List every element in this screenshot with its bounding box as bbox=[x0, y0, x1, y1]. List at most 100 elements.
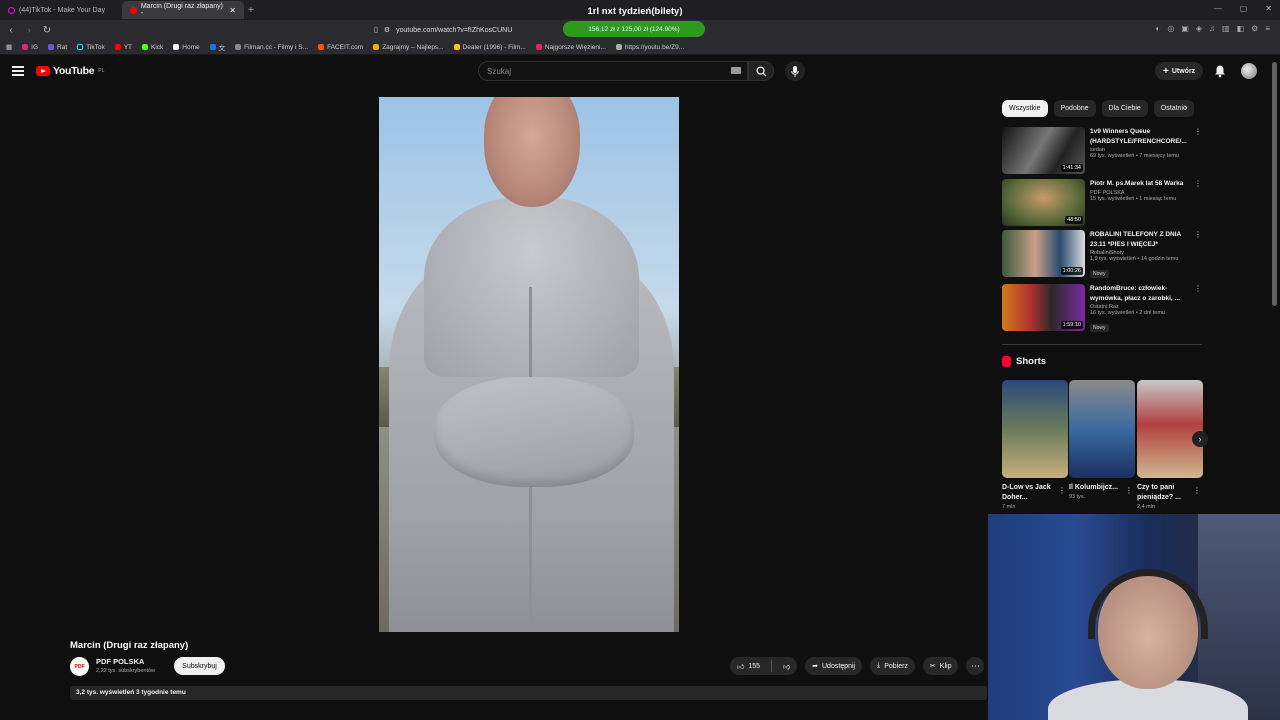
like-dislike-group: 👍︎ 155 👎︎ bbox=[730, 657, 798, 675]
like-button[interactable]: 👍︎ 155 bbox=[730, 657, 767, 675]
video-thumbnail[interactable]: 1:41:34 bbox=[1002, 127, 1085, 174]
bookmark-item[interactable]: Zagrajmy – Najleps... bbox=[373, 44, 444, 51]
youtube-logo[interactable]: YouTube PL bbox=[36, 65, 104, 77]
more-options-icon[interactable]: ⋮ bbox=[1125, 486, 1133, 495]
tab-tiktok[interactable]: (44)TikTok - Make Your Day bbox=[0, 1, 122, 19]
music-icon[interactable]: ♫ bbox=[1209, 24, 1215, 33]
short-thumbnail[interactable] bbox=[1069, 380, 1135, 478]
chevron-right-icon[interactable]: › bbox=[1184, 102, 1188, 114]
recommendation-item[interactable]: 1:00:26 ROBALINI TELEFONY Z DNIA 23.11 *… bbox=[1002, 230, 1202, 280]
search-button[interactable] bbox=[748, 61, 774, 81]
new-tab-icon[interactable]: + bbox=[248, 5, 254, 16]
short-item[interactable]: D-Low vs Jack Doher... 7 mln ⋮ bbox=[1002, 380, 1068, 510]
apps-icon[interactable]: ▦ bbox=[6, 43, 12, 51]
recommendation-item[interactable]: 1:41:34 1v9 Winners Queue (HARDSTYLE/FRE… bbox=[1002, 127, 1202, 174]
subscriber-count: 2,22 tys. subskrybentów bbox=[96, 668, 156, 674]
search-input[interactable]: Szukaj bbox=[478, 61, 748, 81]
sidebar-icon[interactable]: ▥ bbox=[1222, 24, 1230, 33]
short-thumbnail[interactable] bbox=[1002, 380, 1068, 478]
notifications-bell-icon[interactable] bbox=[1213, 64, 1227, 78]
share-button[interactable]: ➦ Udostępnij bbox=[805, 657, 863, 675]
bookmark-item[interactable]: YT bbox=[114, 44, 132, 51]
menu-icon[interactable] bbox=[12, 66, 24, 76]
microphone-icon bbox=[791, 65, 799, 77]
recommendation-title: 1v9 Winners Queue (HARDSTYLE/FRENCHCORE/… bbox=[1090, 128, 1187, 145]
wallet-icon[interactable]: ◧ bbox=[1237, 24, 1245, 33]
duration-badge: 1:41:34 bbox=[1060, 164, 1083, 172]
extension-icon[interactable]: ◐ bbox=[1155, 24, 1160, 33]
chip-all[interactable]: Wszystkie bbox=[1002, 100, 1048, 117]
bookmark-item[interactable]: Kick bbox=[142, 44, 163, 51]
short-views: 7 mln bbox=[1002, 504, 1016, 510]
recommendation-meta: 1,9 tys. wyświetleń • 14 godzin temu bbox=[1090, 256, 1179, 262]
keyboard-icon[interactable] bbox=[731, 67, 741, 74]
channel-avatar[interactable]: PDF bbox=[70, 657, 89, 676]
recommendation-meta: 69 tys. wyświetleń • 7 miesięcy temu bbox=[1090, 153, 1180, 159]
search-icon bbox=[755, 65, 767, 77]
more-options-icon[interactable]: ⋮ bbox=[1194, 127, 1202, 174]
bookmark-item[interactable]: Dealer (1996) - Film... bbox=[453, 44, 526, 51]
bookmark-item[interactable]: Filman.cc - Filmy i S... bbox=[235, 44, 308, 51]
more-options-icon[interactable]: ⋮ bbox=[1194, 284, 1202, 334]
chip-for-you[interactable]: Dla Ciebie bbox=[1101, 100, 1148, 117]
forward-icon[interactable]: › bbox=[22, 25, 36, 36]
video-thumbnail[interactable]: 1:00:26 bbox=[1002, 230, 1085, 277]
url-field[interactable]: ▯ ⚙ youtube.com/watch?v=fIZhKosCUNU bbox=[374, 26, 512, 35]
headphones bbox=[1088, 569, 1208, 639]
extension-icon[interactable]: ◎ bbox=[1167, 24, 1174, 33]
tab-youtube[interactable]: Marcin (Drugi raz złapany) - ✕ bbox=[122, 1, 244, 19]
bookmark-item[interactable]: Rat bbox=[48, 44, 67, 51]
youtube-play-icon bbox=[36, 66, 50, 76]
page-scrollbar[interactable] bbox=[1272, 62, 1277, 306]
bookmark-item[interactable]: Home bbox=[173, 44, 200, 51]
share-arrow-icon: ➦ bbox=[812, 663, 818, 670]
video-thumbnail[interactable]: 48:50 bbox=[1002, 179, 1085, 226]
clip-button[interactable]: ✂ Klip bbox=[922, 657, 959, 675]
settings-icon[interactable]: ⚙ bbox=[1251, 24, 1258, 33]
filter-chips: Wszystkie Podobne Dla Ciebie Ostatnio bbox=[1002, 100, 1194, 117]
bookmark-item[interactable]: https://youtu.be/Z9... bbox=[615, 44, 684, 51]
more-actions-button[interactable]: ⋯ bbox=[966, 657, 985, 675]
thumbs-up-icon: 👍︎ bbox=[737, 663, 745, 671]
short-thumbnail[interactable] bbox=[1137, 380, 1203, 478]
video-frame-subject bbox=[484, 97, 580, 207]
reload-icon[interactable]: ↻ bbox=[40, 25, 54, 36]
bookmark-icon[interactable]: ▯ bbox=[374, 26, 378, 34]
bookmark-item[interactable]: IG bbox=[22, 44, 38, 51]
dislike-button[interactable]: 👎︎ bbox=[776, 657, 797, 675]
more-options-icon[interactable]: ⋮ bbox=[1058, 486, 1066, 495]
chevron-right-icon[interactable]: › bbox=[1192, 431, 1208, 447]
extension-icon[interactable]: ◈ bbox=[1196, 24, 1202, 33]
recommendation-item[interactable]: 48:50 Piotr M. ps.Marek lat 58 Warka PDF… bbox=[1002, 179, 1202, 226]
account-avatar[interactable] bbox=[1241, 63, 1257, 79]
video-thumbnail[interactable]: 1:59:10 bbox=[1002, 284, 1085, 331]
minimize-icon[interactable]: — bbox=[1214, 4, 1222, 13]
close-tab-icon[interactable]: ✕ bbox=[229, 6, 236, 15]
short-item[interactable]: Czy to pani pieniądze? ... 2,4 mln ⋮ bbox=[1137, 380, 1203, 510]
maximize-icon[interactable]: ▢ bbox=[1240, 4, 1248, 13]
description-box[interactable]: 3,2 tys. wyświetleń 3 tygodnie temu bbox=[70, 686, 987, 700]
channel-name[interactable]: PDF POLSKA bbox=[96, 657, 144, 666]
download-button[interactable]: ⤓ Pobierz bbox=[870, 657, 915, 675]
more-options-icon[interactable]: ⋮ bbox=[1194, 179, 1202, 226]
extension-icon[interactable]: ▣ bbox=[1181, 24, 1189, 33]
menu-icon[interactable]: ≡ bbox=[1265, 24, 1270, 33]
more-options-icon[interactable]: ⋮ bbox=[1194, 230, 1202, 280]
back-icon[interactable]: ‹ bbox=[4, 25, 18, 36]
bookmark-item[interactable]: 文 bbox=[209, 42, 225, 52]
voice-search-button[interactable] bbox=[785, 61, 805, 81]
tab-label: (44)TikTok - Make Your Day bbox=[19, 6, 106, 14]
close-window-icon[interactable]: ✕ bbox=[1265, 4, 1272, 13]
recommendation-item[interactable]: 1:59:10 RandomBruce: człowiek-wymówka, p… bbox=[1002, 284, 1202, 334]
create-button[interactable]: + Utwórz bbox=[1155, 62, 1204, 80]
chip-related[interactable]: Podobne bbox=[1053, 100, 1096, 117]
duration-badge: 1:00:26 bbox=[1060, 267, 1083, 275]
video-player[interactable] bbox=[379, 97, 679, 632]
site-info-icon[interactable]: ⚙ bbox=[384, 26, 390, 34]
bookmark-item[interactable]: TikTok bbox=[77, 44, 105, 51]
short-item[interactable]: Il Kolumbijcz... 93 tys. ⋮ bbox=[1069, 380, 1135, 500]
more-options-icon[interactable]: ⋮ bbox=[1193, 486, 1201, 495]
bookmark-item[interactable]: FACEIT.com bbox=[318, 44, 363, 51]
bookmark-item[interactable]: Najgorsze Więzieni... bbox=[535, 44, 606, 51]
subscribe-button[interactable]: Subskrybuj bbox=[174, 657, 225, 675]
